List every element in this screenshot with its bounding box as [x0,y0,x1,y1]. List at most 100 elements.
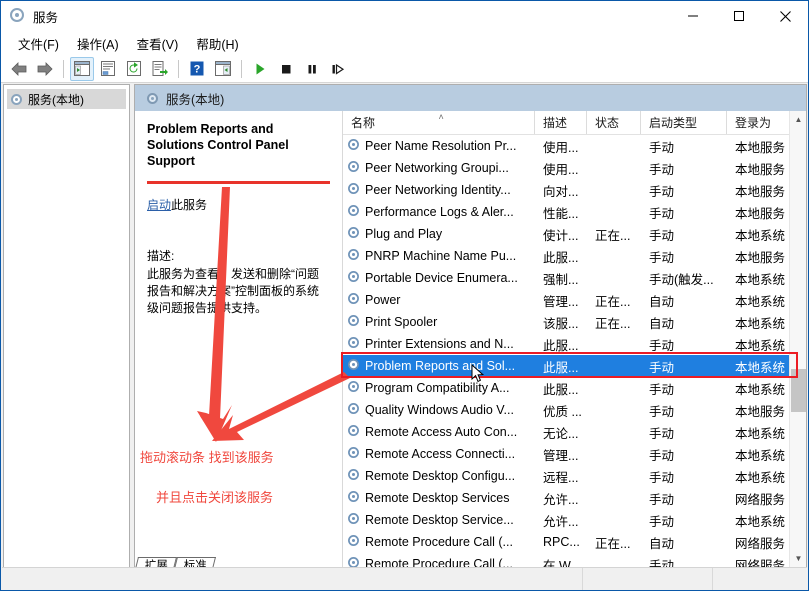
sidebar-item-services-local[interactable]: 服务(本地) [7,89,126,109]
cell-startup-type: 自动 [649,316,675,331]
list-column-headers: 名称 ˄ 描述 状态 启动类型 登录为 [343,111,806,135]
service-gear-icon [347,182,360,198]
sort-ascending-icon: ˄ [438,112,444,122]
show-action-pane-icon[interactable] [211,57,235,81]
table-row[interactable]: Quality Windows Audio V... 优质 ... 手动 本地服务 [343,399,806,421]
table-row[interactable]: Plug and Play 使计... 正在... 手动 本地系统 [343,223,806,245]
service-gear-icon [347,160,360,176]
service-gear-icon [347,204,360,220]
cell-description: 该服... [543,316,579,331]
cell-status: 正在... [595,228,631,243]
service-gear-icon [347,534,360,550]
services-window: 服务 文件(F) 操作(A) 查看(V) 帮助(H) ? 服务(本地) 服务(本… [0,0,809,591]
menu-file[interactable]: 文件(F) [9,32,68,55]
show-hide-console-tree-icon[interactable] [70,56,94,81]
cell-service-name: Print Spooler [343,314,535,330]
column-header-name[interactable]: 名称 ˄ [343,111,535,134]
cell-description: 向对... [543,184,579,199]
cell-startup-type: 手动 [649,558,675,568]
service-gear-icon [347,226,360,242]
stop-service-icon[interactable] [274,57,298,81]
service-gear-icon [347,490,360,506]
cell-description: 使计... [543,228,579,243]
table-row[interactable]: Program Compatibility A... 此服... 手动 本地系统 [343,377,806,399]
title-bar: 服务 [1,1,808,31]
maximize-button[interactable] [716,1,762,31]
table-row[interactable]: Remote Procedure Call (... 在 W... 手动 网络服务 [343,553,806,567]
scroll-up-icon[interactable]: ▲ [790,111,806,128]
service-gear-icon [347,556,360,567]
back-icon[interactable] [7,57,31,81]
start-service-link[interactable]: 启动 [147,198,171,212]
description-label: 描述: [147,249,175,263]
column-header-startup-type[interactable]: 启动类型 [641,111,727,134]
close-button[interactable] [762,1,808,31]
page-title: Problem Reports and Solutions Control Pa… [147,122,289,168]
cell-service-name: Remote Procedure Call (... [343,534,535,550]
gear-icon [10,8,26,24]
sidebar-item-label: 服务(本地) [28,92,84,107]
table-row[interactable]: Remote Access Auto Con... 无论... 手动 本地系统 [343,421,806,443]
table-row[interactable]: Power 管理... 正在... 自动 本地系统 [343,289,806,311]
pause-service-icon[interactable] [300,57,324,81]
properties-icon[interactable] [96,57,120,81]
table-row[interactable]: Remote Desktop Configu... 远程... 手动 本地系统 [343,465,806,487]
export-list-icon[interactable] [148,57,172,81]
cell-description: 无论... [543,426,579,441]
cell-description: 允许... [543,492,579,507]
table-row[interactable]: Remote Desktop Services 允许... 手动 网络服务 [343,487,806,509]
cell-startup-type: 手动 [649,426,675,441]
menu-bar: 文件(F) 操作(A) 查看(V) 帮助(H) [1,31,808,55]
table-row[interactable]: Peer Networking Identity... 向对... 手动 本地服务 [343,179,806,201]
cell-service-name: Power [343,292,535,308]
table-row[interactable]: Remote Access Connecti... 管理... 手动 本地系统 [343,443,806,465]
cell-description: 远程... [543,470,579,485]
column-header-status[interactable]: 状态 [587,111,641,134]
cell-description: 此服... [543,250,579,265]
cell-description: 在 W... [543,558,581,568]
console-tree-pane: 服务(本地) [3,84,130,568]
table-row[interactable]: PNRP Machine Name Pu... 此服... 手动 本地服务 [343,245,806,267]
table-row[interactable]: Remote Desktop Service... 允许... 手动 本地系统 [343,509,806,531]
table-row[interactable]: Print Spooler 该服... 正在... 自动 本地系统 [343,311,806,333]
cell-description: 使用... [543,162,579,177]
cell-description: 使用... [543,140,579,155]
menu-view[interactable]: 查看(V) [128,32,188,55]
cell-service-name: Portable Device Enumera... [343,270,535,286]
cell-description: 允许... [543,514,579,529]
cell-description: 性能... [543,206,579,221]
vertical-scrollbar[interactable]: ▲ ▼ [789,111,806,567]
cell-status: 正在... [595,294,631,309]
table-row[interactable]: Portable Device Enumera... 强制... 手动(触发... 本… [343,267,806,289]
forward-icon[interactable] [33,57,57,81]
start-service-icon[interactable] [248,57,272,81]
table-row[interactable]: Remote Procedure Call (... RPC... 正在... 自动网… [343,531,806,553]
menu-help[interactable]: 帮助(H) [187,32,247,55]
scroll-down-icon[interactable]: ▼ [790,550,806,567]
cell-service-name: Peer Networking Groupi... [343,160,535,176]
table-row[interactable]: Peer Networking Groupi... 使用... 手动 本地服务 [343,157,806,179]
cell-startup-type: 手动 [649,470,675,485]
cell-service-name: Remote Procedure Call (... [343,556,535,567]
cell-description: 此服... [543,382,579,397]
cell-service-name: Peer Name Resolution Pr... [343,138,535,154]
menu-action[interactable]: 操作(A) [68,32,128,55]
service-gear-icon [347,380,360,396]
service-gear-icon [347,248,360,264]
minimize-button[interactable] [670,1,716,31]
cell-service-name: Remote Access Connecti... [343,446,535,462]
restart-service-icon[interactable] [326,57,350,81]
service-gear-icon [347,468,360,484]
help-icon[interactable]: ? [185,57,209,81]
table-row[interactable]: Performance Logs & Aler... 性能... 手动 本地服务 [343,201,806,223]
cell-startup-type: 手动 [649,184,675,199]
service-gear-icon [347,314,360,330]
column-header-description[interactable]: 描述 [535,111,587,134]
service-gear-icon [347,424,360,440]
status-segment-main [2,568,582,590]
table-row[interactable]: Peer Name Resolution Pr... 使用... 手动 本地服务 [343,135,806,157]
cell-startup-type: 自动 [649,536,675,551]
services-list-view: 名称 ˄ 描述 状态 启动类型 登录为 Peer Name Resolution… [342,111,806,567]
refresh-icon[interactable] [122,57,146,81]
cell-description: RPC... [543,535,580,549]
